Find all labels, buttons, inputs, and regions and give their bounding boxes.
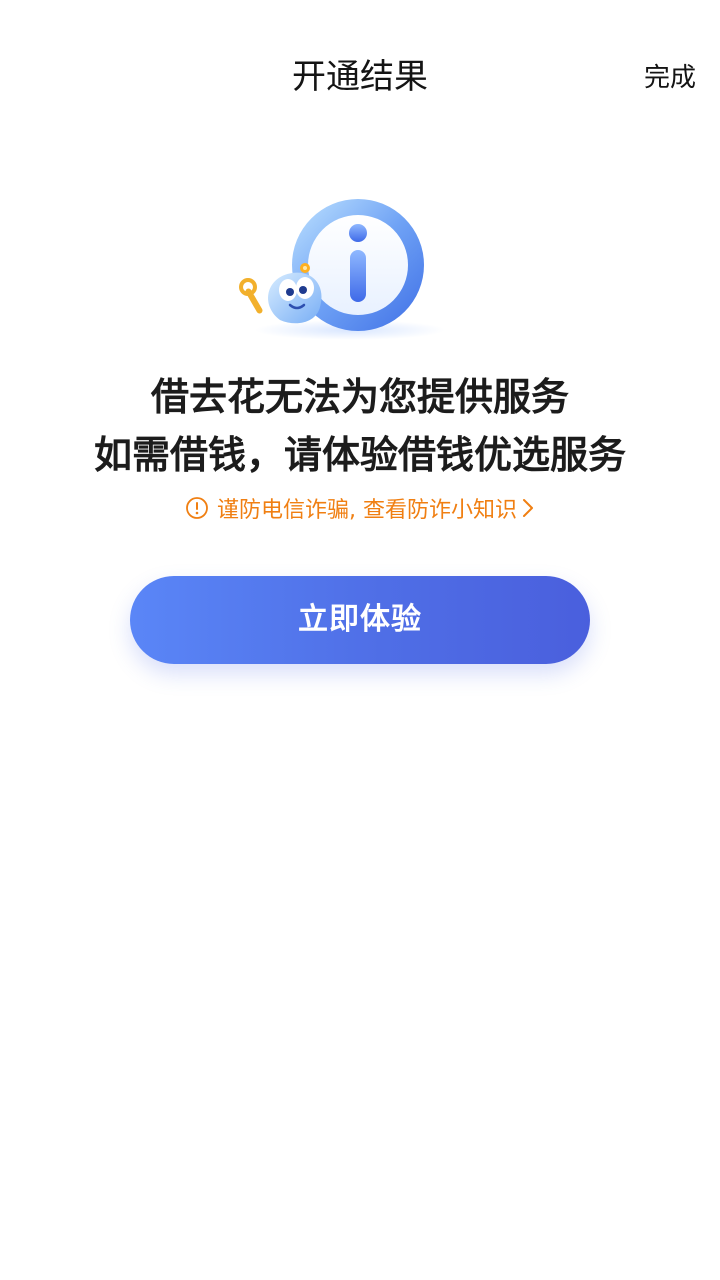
page-title: 开通结果 [292,57,428,97]
anti-fraud-notice-text: 谨防电信诈骗, 查看防诈小知识 [217,498,517,523]
anti-fraud-notice-link[interactable]: 谨防电信诈骗, 查看防诈小知识 [0,490,720,526]
result-message-line-2: 如需借钱，请体验借钱优选服务 [93,433,626,477]
header-bar: 开通结果 完成 [0,0,720,150]
try-now-button[interactable]: 立即体验 [130,576,590,664]
result-message-line-1: 借去花无法为您提供服务 [150,375,569,419]
warning-circle-icon [185,496,209,520]
done-button[interactable]: 完成 [644,60,696,96]
result-message: 借去花无法为您提供服务 如需借钱，请体验借钱优选服务 [0,368,720,484]
info-mascot-illustration [230,195,450,345]
chevron-right-icon [521,497,535,519]
